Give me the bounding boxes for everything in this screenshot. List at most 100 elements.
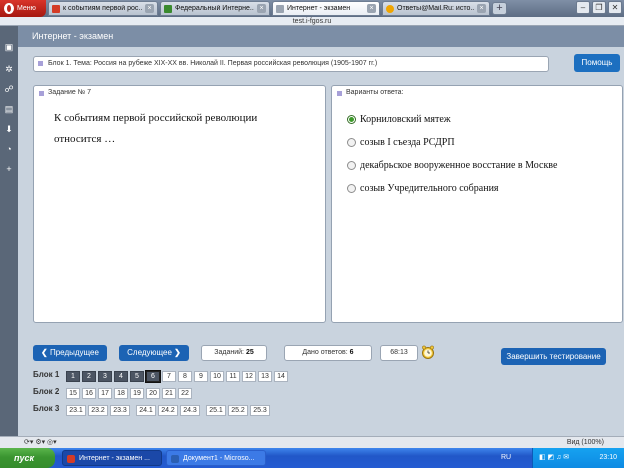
- notes-icon[interactable]: ▤: [4, 104, 14, 114]
- bullet-square-icon: [39, 91, 44, 96]
- windows-taskbar: пуск Интернет - экзамен ... Документ1 - …: [0, 448, 624, 468]
- maximize-icon[interactable]: ❐: [592, 1, 606, 14]
- taskbar-window-2[interactable]: Документ1 - Microso...: [166, 450, 266, 466]
- task-cell[interactable]: 14: [274, 371, 288, 382]
- tab-1[interactable]: к событиям первой рос... ×: [48, 1, 158, 16]
- tray-icons[interactable]: ◧ ◩ ♫ ✉: [539, 448, 569, 468]
- radio-selected-icon[interactable]: [347, 115, 356, 124]
- tasks-label: Заданий:: [214, 349, 244, 356]
- task-cell[interactable]: 12: [242, 371, 256, 382]
- task-cell[interactable]: 5: [130, 371, 144, 382]
- task-cell[interactable]: 24.1: [136, 405, 156, 416]
- task-cell[interactable]: 16: [82, 388, 96, 399]
- task-cell[interactable]: 24.3: [180, 405, 200, 416]
- option-text: созыв Учредительного собрания: [360, 183, 499, 194]
- taskbar-window-1[interactable]: Интернет - экзамен ...: [62, 450, 162, 466]
- close-tab-icon[interactable]: ×: [477, 4, 486, 13]
- tab-title: Ответы@Mail.Ru: исто...: [397, 5, 474, 12]
- browser-tab-bar: Меню к событиям первой рос... × Федераль…: [0, 0, 624, 17]
- task-cell[interactable]: 8: [178, 371, 192, 382]
- address-strip[interactable]: test.i-fgos.ru: [0, 17, 624, 26]
- task-cell[interactable]: 1: [66, 371, 80, 382]
- task-cell[interactable]: 2: [82, 371, 96, 382]
- task-cell[interactable]: 9: [194, 371, 208, 382]
- zoom-level[interactable]: Вид (100%): [567, 437, 604, 448]
- tab-4[interactable]: Ответы@Mail.Ru: исто... ×: [382, 1, 490, 16]
- task-panel: Задание № 7 К событиям первой российской…: [33, 85, 326, 323]
- answer-option-3[interactable]: декабрьское вооруженное восстание в Моск…: [347, 160, 557, 171]
- option-text: Корниловский мятеж: [360, 114, 451, 125]
- add-panel-icon[interactable]: +: [4, 164, 14, 174]
- page-favicon-icon: [52, 4, 60, 13]
- language-indicator[interactable]: RU: [501, 448, 511, 468]
- task-cell[interactable]: 25.1: [206, 405, 226, 416]
- task-cell[interactable]: 23.1: [66, 405, 86, 416]
- start-button[interactable]: пуск: [0, 448, 55, 468]
- task-cell[interactable]: 7: [162, 371, 176, 382]
- close-window-icon[interactable]: ✕: [608, 1, 622, 14]
- task-cell[interactable]: 21: [162, 388, 176, 399]
- opera-logo-icon: [4, 3, 14, 14]
- task-cell[interactable]: 4: [114, 371, 128, 382]
- close-tab-icon[interactable]: ×: [367, 4, 376, 13]
- page-favicon-icon: [164, 4, 172, 13]
- task-cell[interactable]: 23.3: [110, 405, 130, 416]
- opera-icon: [67, 455, 75, 463]
- next-button[interactable]: Следующее ❯: [119, 345, 189, 361]
- widgets-icon[interactable]: ✲: [4, 64, 14, 74]
- task-cell[interactable]: 3: [98, 371, 112, 382]
- task-cell[interactable]: 6: [145, 370, 161, 383]
- new-tab-button[interactable]: +: [492, 2, 507, 15]
- close-tab-icon[interactable]: ×: [257, 4, 266, 13]
- answered-count-box: Дано ответов: 6: [284, 345, 372, 361]
- history-icon[interactable]: ◔: [4, 144, 14, 154]
- status-tools-icons[interactable]: ⟳▾ ⚙▾ ◎▾: [24, 437, 57, 448]
- answer-option-4[interactable]: созыв Учредительного собрания: [347, 183, 499, 194]
- close-tab-icon[interactable]: ×: [145, 4, 154, 13]
- downloads-icon[interactable]: ⬇: [4, 124, 14, 134]
- bookmarks-icon[interactable]: ▣: [4, 42, 14, 52]
- answer-option-2[interactable]: созыв I съезда РСДРП: [347, 137, 455, 148]
- help-button[interactable]: Помощь: [574, 54, 620, 72]
- previous-button[interactable]: ❮ Предыдущее: [33, 345, 107, 361]
- block-topic-text: Блок 1. Тема: Россия на рубеже XIX-XX вв…: [48, 60, 378, 67]
- radio-icon[interactable]: [347, 138, 356, 147]
- task-cell[interactable]: 13: [258, 371, 272, 382]
- answers-panel: Варианты ответа: Корниловский мятеж созы…: [331, 85, 623, 323]
- task-cell[interactable]: 20: [146, 388, 160, 399]
- alarm-clock-icon[interactable]: [421, 344, 435, 360]
- mail-ru-favicon-icon: [386, 4, 394, 13]
- task-cell[interactable]: 18: [114, 388, 128, 399]
- radio-icon[interactable]: [347, 184, 356, 193]
- next-label: Следующее: [127, 348, 172, 357]
- task-cell[interactable]: 10: [210, 371, 224, 382]
- task-cell[interactable]: 17: [98, 388, 112, 399]
- task-cell[interactable]: 19: [130, 388, 144, 399]
- unite-icon[interactable]: ☍: [4, 84, 14, 94]
- task-cell[interactable]: 24.2: [158, 405, 178, 416]
- window-controls: – ❐ ✕: [576, 1, 622, 14]
- clock-time: 23:10: [599, 454, 617, 461]
- task-cell[interactable]: 25.2: [228, 405, 248, 416]
- answer-option-1[interactable]: Корниловский мятеж: [347, 114, 451, 125]
- tab-2[interactable]: Федеральный Интерне... ×: [160, 1, 270, 16]
- tab-title: Интернет - экзамен: [287, 5, 351, 12]
- tab-3-active[interactable]: Интернет - экзамен ×: [272, 1, 380, 16]
- minimize-icon[interactable]: –: [576, 1, 590, 14]
- question-text: К событиям первой российской революции о…: [54, 112, 258, 145]
- task-cell[interactable]: 22: [178, 388, 192, 399]
- task-cell[interactable]: 25.3: [250, 405, 270, 416]
- finish-test-button[interactable]: Завершить тестирование: [501, 348, 606, 365]
- exam-app: Интернет - экзамен Блок 1. Тема: Россия …: [18, 26, 624, 436]
- tasks-count: 25: [245, 349, 254, 356]
- task-cell[interactable]: 11: [226, 371, 240, 382]
- tab-title: к событиям первой рос...: [63, 5, 142, 12]
- block-topic-bar: Блок 1. Тема: Россия на рубеже XIX-XX вв…: [33, 56, 549, 72]
- task-cell[interactable]: 23.2: [88, 405, 108, 416]
- browser-status-bar: ⟳▾ ⚙▾ ◎▾ Вид (100%): [0, 436, 624, 448]
- block-1-label: Блок 1: [33, 370, 60, 379]
- taskbar-window-title: Интернет - экзамен ...: [79, 455, 150, 462]
- radio-icon[interactable]: [347, 161, 356, 170]
- task-cell[interactable]: 15: [66, 388, 80, 399]
- opera-menu-button[interactable]: Меню: [0, 0, 46, 17]
